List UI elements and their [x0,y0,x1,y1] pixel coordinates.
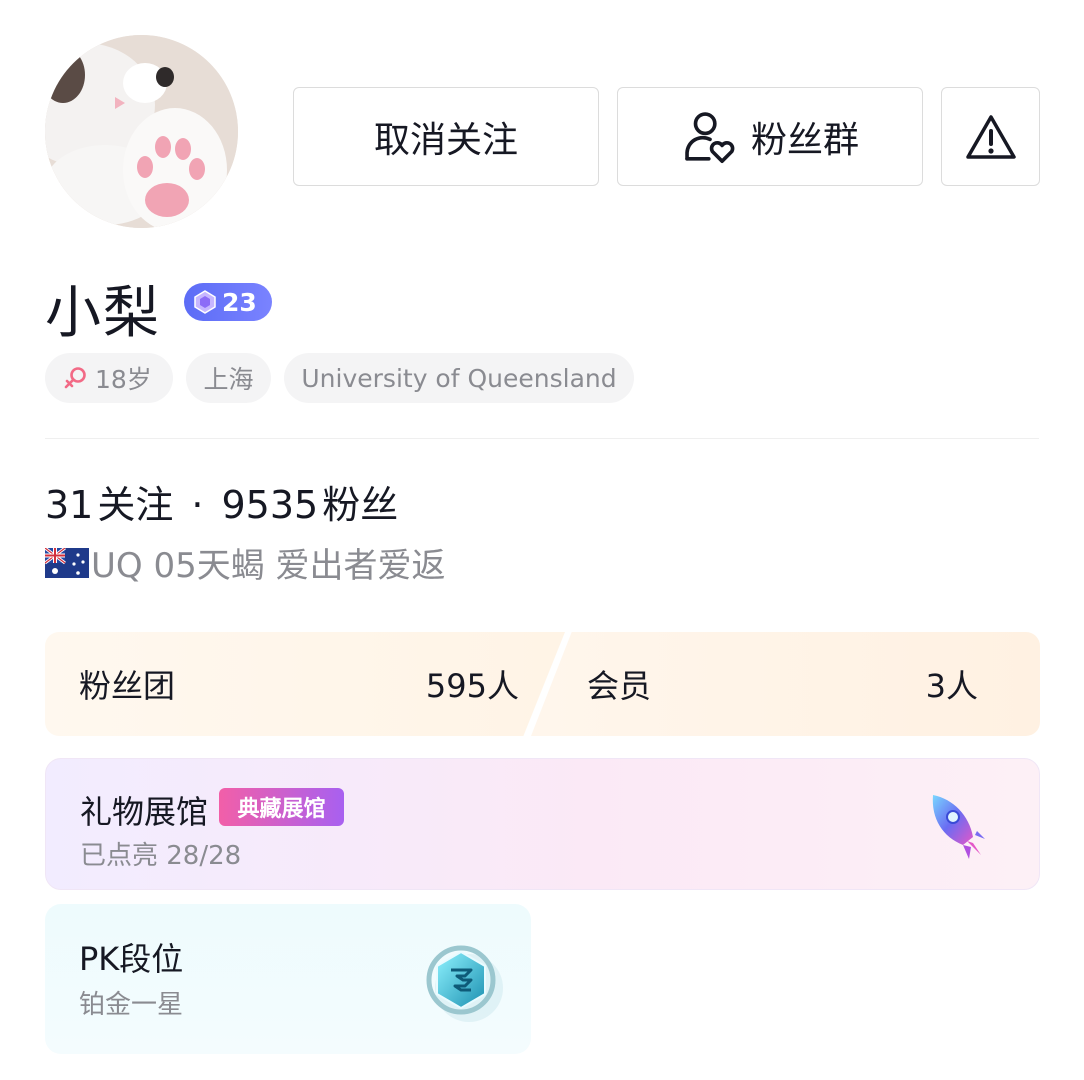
pk-rank-value: 铂金一星 [79,990,184,1020]
members-count: 3人 [925,667,978,705]
user-heart-icon [685,111,735,163]
gift-hall-card[interactable]: 礼物展馆 典藏展馆 已点亮 28/28 [45,758,1040,890]
warning-icon [965,114,1016,159]
bio-text: UQ 05天蝎 爱出者爱返 [91,546,446,586]
age-text: 18岁 [95,365,152,394]
school-text: University of Queensland [301,363,617,393]
gift-hall-title: 礼物展馆 [80,793,209,831]
city-tag: 上海 [186,353,271,403]
members-label: 会员 [587,667,652,705]
gift-hall-progress: 已点亮 28/28 [80,841,242,871]
unfollow-label: 取消关注 [373,119,518,161]
gem-icon [194,290,216,314]
follow-stats: 31 关注 · 9535 粉丝 [45,474,398,529]
gift-hall-badge: 典藏展馆 [219,788,344,826]
rocket-gift-icon [932,795,985,859]
fan-club-label: 粉丝团 [79,667,176,705]
fan-group-label: 粉丝群 [750,119,859,161]
report-button[interactable] [941,87,1040,186]
fan-club-row: 粉丝团 595人 会员 3人 [45,632,1040,736]
following-label[interactable]: 关注 [97,474,173,529]
stats-separator: · [191,483,204,527]
city-text: 上海 [203,365,254,394]
cat-paw-avatar-image [45,35,238,228]
profile-name: 小梨 [45,281,161,346]
followers-label[interactable]: 粉丝 [322,474,398,529]
divider [45,438,1039,439]
age-tag: 18岁 [45,353,173,403]
australia-flag-icon [45,547,89,578]
following-count[interactable]: 31 [45,483,93,527]
bio: UQ 05天蝎 爱出者爱返 [45,538,446,587]
fan-group-button[interactable]: 粉丝群 [617,87,923,186]
school-tag: University of Queensland [284,353,634,403]
unfollow-button[interactable]: 取消关注 [293,87,599,186]
level-value: 23 [222,287,257,317]
avatar[interactable] [45,35,238,228]
fan-club-count: 595人 [425,667,519,705]
fan-club-card[interactable]: 粉丝团 595人 [45,632,565,736]
platinum-rank-icon [426,945,503,1022]
level-badge[interactable]: 23 [184,283,272,321]
pk-rank-title: PK段位 [79,940,184,978]
followers-count[interactable]: 9535 [221,483,318,527]
female-icon [64,367,86,389]
pk-rank-card[interactable]: PK段位 铂金一星 [45,904,531,1054]
members-card[interactable]: 会员 3人 [531,632,1040,736]
